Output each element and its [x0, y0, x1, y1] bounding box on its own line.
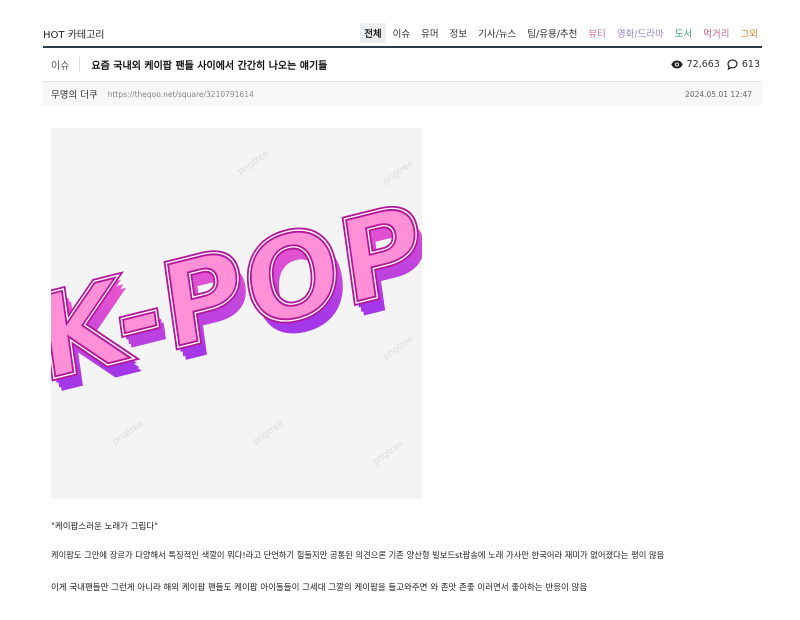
post-title: 요즘 국내외 케이팝 팬들 사이에서 간간히 나오는 얘기들 — [91, 61, 328, 72]
eye-icon — [670, 60, 683, 69]
post-stats: 72,663 613 — [670, 59, 762, 70]
category-bar: HOT 카테고리 전체 이슈 유머 정보 기사/뉴스 팁/유용/추천 뷰티 영화/드라마 도서 먹… — [43, 22, 762, 48]
category-tab[interactable]: 전체 — [360, 23, 386, 43]
comment-icon — [727, 59, 738, 70]
quote-text: "케이팝스러운 노래가 그립다" — [51, 522, 159, 532]
category-tab[interactable]: 기사/뉴스 — [474, 23, 520, 43]
category-tab[interactable]: 뷰티 — [584, 23, 609, 43]
brand-label: 카테고리 — [67, 29, 105, 41]
brand-prefix: HOT — [43, 29, 65, 41]
paragraph-1: 케이팝도 그안에 장르가 다양해서 특징적인 색깔이 뭐다!라고 단언하기 힘들… — [51, 550, 665, 560]
hot-category-label: HOT 카테고리 — [43, 26, 105, 41]
category-tab[interactable]: 먹거리 — [699, 23, 733, 43]
post-date: 2024.05.01 12:47 — [685, 89, 752, 99]
paragraph-2: 이게 국내팬들만 그런게 아니라 해외 케이팝 팬들도 케이팝 아이돌들이 그세… — [51, 583, 588, 593]
kpop-image: pngtree pngtree pngtree pngtree pngtree … — [51, 128, 422, 499]
category-tab[interactable]: 팁/유용/추천 — [523, 23, 581, 43]
author-name[interactable]: 무명의 더쿠 — [51, 87, 98, 101]
category-tab[interactable]: 그외 — [737, 23, 762, 43]
category-tab[interactable]: 유머 — [417, 23, 442, 43]
post-meta-row: 무명의 더쿠 https://theqoo.net/square/3210791… — [43, 82, 762, 106]
category-tab[interactable]: 영화/드라마 — [613, 23, 668, 43]
post-url[interactable]: https://theqoo.net/square/3210791614 — [108, 90, 254, 99]
view-count: 72,663 — [686, 59, 720, 70]
category-tabs: 전체 이슈 유머 정보 기사/뉴스 팁/유용/추천 뷰티 영화/드라마 도서 먹거리 그외 — [357, 23, 762, 43]
kpop-lettering: K-POP K-POP K-POP K-POP K-POP — [51, 176, 422, 421]
category-tab[interactable]: 도서 — [671, 23, 696, 43]
post-title-row: 이슈 요즘 국내외 케이팝 팬들 사이에서 간간히 나오는 얘기들 72,663… — [43, 48, 762, 82]
post-category-tag[interactable]: 이슈 — [51, 57, 81, 72]
category-tab[interactable]: 정보 — [446, 23, 471, 43]
comment-count: 613 — [741, 59, 760, 70]
post-container: HOT 카테고리 전체 이슈 유머 정보 기사/뉴스 팁/유용/추천 뷰티 영화/드라마 도서 먹… — [43, 22, 762, 106]
category-tab[interactable]: 이슈 — [389, 23, 414, 43]
